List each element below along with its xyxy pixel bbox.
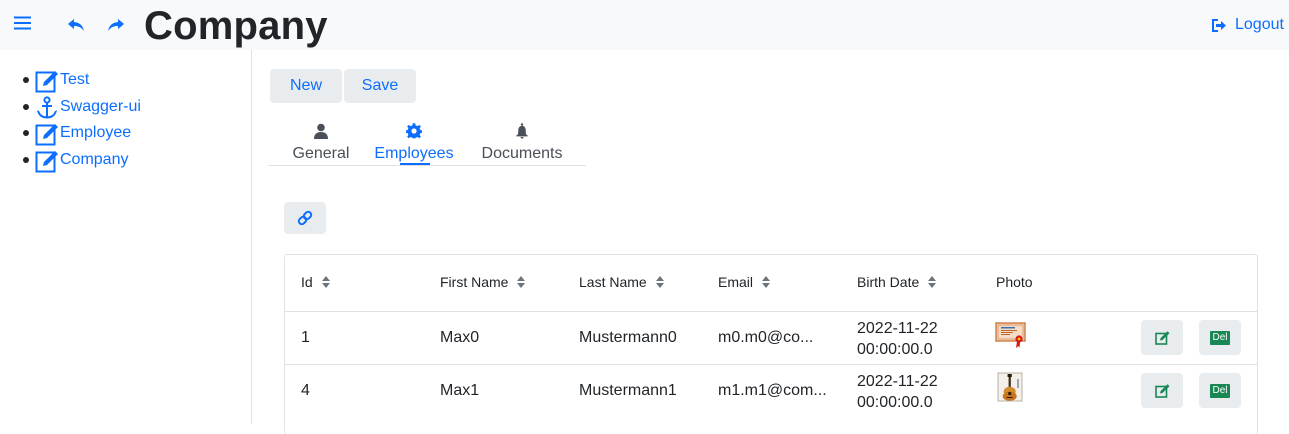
certificate-icon [995, 322, 1026, 348]
cell-last-name: Mustermann0 [579, 329, 677, 346]
undo-icon [68, 19, 84, 31]
bullet [23, 156, 29, 163]
sort-icon [517, 276, 526, 288]
sidebar-item-label[interactable]: Company [60, 151, 128, 169]
delete-label: Del [1210, 330, 1230, 345]
edit-icon [35, 71, 58, 93]
cell-email: m0.m0@co... [718, 329, 814, 346]
bullet [23, 130, 29, 136]
anchor-icon [37, 95, 57, 118]
birth-date-day: 2022-11-22 [857, 373, 938, 390]
sort-icon [762, 276, 771, 288]
bullet [23, 103, 29, 110]
edit-icon [35, 124, 58, 146]
column-header-last-name[interactable]: Last Name [579, 274, 664, 290]
redo-button[interactable] [104, 13, 128, 37]
sidebar-item-label[interactable]: Swagger-ui [60, 98, 141, 116]
cell-id: 1 [301, 329, 310, 346]
column-header-birth-date[interactable]: Birth Date [857, 274, 937, 290]
birth-date-day: 2022-11-22 [857, 320, 938, 337]
cell-birth-date: 2022-11-22 00:00:00.0 [857, 318, 938, 360]
column-header-label: Id [301, 274, 313, 290]
cell-email: m1.m1@com... [718, 382, 827, 399]
cell-first-name: Max0 [440, 329, 480, 346]
birth-date-time: 00:00:00.0 [857, 341, 933, 358]
tab-label: General [292, 145, 350, 162]
cell-last-name: Mustermann1 [579, 382, 677, 399]
edit-button[interactable] [1141, 320, 1183, 355]
bell-icon [516, 123, 528, 139]
sidebar-item-label[interactable]: Employee [60, 124, 131, 142]
tab-documents[interactable]: Documents [478, 118, 566, 166]
table-row[interactable]: 1 Max0 Mustermann0 m0.m0@co... 2022-11-2… [285, 311, 1257, 364]
column-header-label: Photo [996, 274, 1033, 290]
cell-birth-date: 2022-11-22 00:00:00.0 [857, 371, 938, 413]
tab-bar: General Employees Documents [268, 118, 586, 166]
edit-icon [1154, 330, 1169, 345]
sort-icon [928, 276, 937, 288]
column-header-email[interactable]: Email [718, 274, 771, 290]
tab-employees[interactable]: Employees [372, 118, 456, 166]
logout-icon [1212, 18, 1226, 32]
active-tab-indicator [400, 163, 430, 165]
column-header-label: Birth Date [857, 274, 920, 290]
tab-label: Employees [374, 145, 454, 162]
redo-icon [108, 19, 124, 31]
guitar-icon [997, 372, 1023, 402]
edit-icon [35, 150, 58, 172]
column-header-label: Last Name [579, 274, 647, 290]
delete-button[interactable]: Del [1199, 320, 1241, 355]
header-bar: Company Logout [0, 0, 1289, 50]
sidebar: Test Swagger-ui Employee Company [0, 50, 252, 424]
tab-label: Documents [481, 145, 563, 162]
edit-icon [1154, 383, 1169, 398]
sidebar-item-employee[interactable]: Employee [0, 120, 131, 147]
sidebar-item-label[interactable]: Test [60, 71, 89, 89]
logout-button[interactable]: Logout [1211, 14, 1284, 36]
column-header-first-name[interactable]: First Name [440, 274, 526, 290]
link-icon [297, 210, 313, 226]
gear-icon [406, 123, 422, 139]
cell-id: 4 [301, 382, 310, 399]
undo-button[interactable] [64, 13, 88, 37]
sort-icon [655, 276, 664, 288]
sidebar-item-test[interactable]: Test [0, 67, 89, 94]
bullet [23, 77, 29, 83]
delete-button[interactable]: Del [1199, 373, 1241, 408]
sort-icon [321, 276, 330, 288]
tab-general[interactable]: General [290, 118, 352, 166]
sidebar-item-swagger-ui[interactable]: Swagger-ui [0, 94, 141, 121]
new-button[interactable]: New [270, 69, 342, 103]
delete-label: Del [1210, 383, 1230, 398]
column-header-id[interactable]: Id [301, 274, 330, 290]
column-header-label: Email [718, 274, 754, 290]
birth-date-time: 00:00:00.0 [857, 394, 933, 411]
cell-first-name: Max1 [440, 382, 480, 399]
employees-table: Id First Name Last Name Email Birth Date… [284, 254, 1258, 434]
sidebar-item-company[interactable]: Company [0, 147, 128, 174]
table-row[interactable]: 4 Max1 Mustermann1 m1.m1@com... 2022-11-… [285, 364, 1257, 417]
sidebar-nav: Test Swagger-ui Employee Company [0, 67, 141, 174]
logout-label: Logout [1235, 16, 1284, 33]
link-button[interactable] [284, 202, 326, 234]
save-button[interactable]: Save [344, 69, 416, 103]
menu-button[interactable] [10, 12, 34, 34]
edit-button[interactable] [1141, 373, 1183, 408]
hamburger-icon [13, 16, 31, 30]
page-title: Company [144, 4, 328, 48]
user-icon [314, 123, 328, 139]
column-header-photo: Photo [996, 274, 1033, 290]
column-header-label: First Name [440, 274, 509, 290]
